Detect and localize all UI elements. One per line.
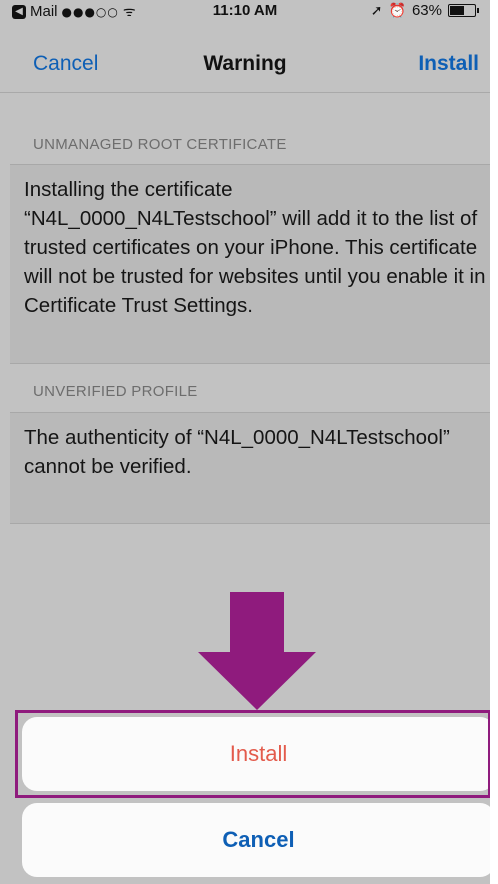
phone-screen: ◀ Mail ●●●○○ ᯤ 11:10 AM ➚ ⏰ 63% Cancel W… xyxy=(0,0,498,884)
cancel-button[interactable]: Cancel xyxy=(22,803,495,877)
install-highlight-box xyxy=(15,710,491,798)
unverified-profile-cell: The authenticity of “N4L_0000_N4LTestsch… xyxy=(10,412,490,524)
status-right: ➚ ⏰ 63% xyxy=(370,2,479,19)
root-certificate-cell: Installing the certificate “N4L_0000_N4L… xyxy=(10,164,490,364)
battery-icon xyxy=(448,4,479,17)
section-header-root-certificate: UNMANAGED ROOT CERTIFICATE xyxy=(33,136,287,153)
battery-fill xyxy=(450,6,464,15)
status-bar: ◀ Mail ●●●○○ ᯤ 11:10 AM ➚ ⏰ 63% xyxy=(0,0,490,22)
page-title: Warning xyxy=(203,52,287,75)
unverified-profile-text: The authenticity of “N4L_0000_N4LTestsch… xyxy=(24,426,450,478)
location-icon: ➚ xyxy=(370,2,383,19)
phone-edge xyxy=(490,0,498,884)
battery-percent: 63% xyxy=(411,2,442,19)
alarm-icon: ⏰ xyxy=(388,2,406,19)
root-certificate-text: Installing the certificate “N4L_0000_N4L… xyxy=(24,178,486,317)
annotation-arrow-icon xyxy=(198,592,316,710)
navigation-bar: Cancel Warning Install xyxy=(0,22,490,93)
nav-install-button[interactable]: Install xyxy=(418,52,479,76)
section-header-unverified-profile: UNVERIFIED PROFILE xyxy=(33,383,198,400)
